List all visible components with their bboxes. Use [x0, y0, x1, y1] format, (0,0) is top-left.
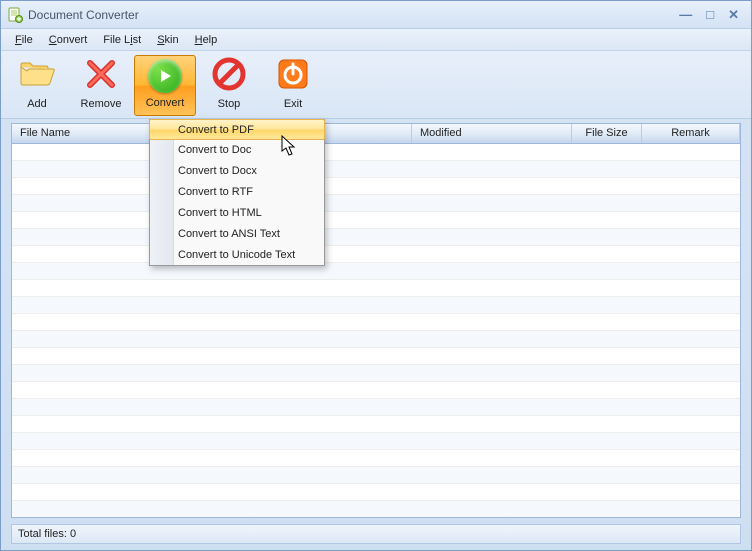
stop-label: Stop — [218, 98, 241, 114]
table-row — [12, 416, 740, 433]
menu-file[interactable]: File — [7, 32, 41, 48]
statusbar: Total files: 0 — [11, 524, 741, 544]
table-row — [12, 178, 740, 195]
app-window: Document Converter — □ ✕ File Convert Fi… — [0, 0, 752, 551]
dd-convert-doc[interactable]: Convert to Doc — [150, 139, 324, 160]
window-title: Document Converter — [28, 8, 679, 22]
delete-x-icon — [84, 57, 118, 94]
dd-convert-html[interactable]: Convert to HTML — [150, 202, 324, 223]
table-row — [12, 144, 740, 161]
col-filesize[interactable]: File Size — [572, 124, 642, 143]
window-controls: — □ ✕ — [679, 7, 745, 23]
col-modified[interactable]: Modified — [412, 124, 572, 143]
table-row — [12, 433, 740, 450]
status-text: Total files: 0 — [18, 528, 76, 540]
maximize-button[interactable]: □ — [706, 7, 714, 22]
titlebar: Document Converter — □ ✕ — [1, 1, 751, 29]
toolbar: Add Remove Convert Stop Exit — [1, 51, 751, 119]
convert-label: Convert — [146, 97, 185, 113]
exit-button[interactable]: Exit — [262, 55, 324, 116]
menu-help[interactable]: Help — [187, 32, 226, 48]
prohibit-icon — [212, 57, 246, 94]
close-button[interactable]: ✕ — [728, 7, 739, 23]
exit-label: Exit — [284, 98, 302, 114]
menu-skin[interactable]: Skin — [149, 32, 186, 48]
power-icon — [276, 57, 310, 94]
folder-open-icon — [18, 57, 56, 94]
convert-button[interactable]: Convert — [134, 55, 196, 116]
table-row — [12, 399, 740, 416]
table-row — [12, 212, 740, 229]
table-row — [12, 263, 740, 280]
app-icon — [7, 7, 23, 23]
convert-dropdown: Convert to PDF Convert to Doc Convert to… — [149, 119, 325, 266]
table-row — [12, 365, 740, 382]
file-table: File Name Modified File Size Remark — [11, 123, 741, 518]
dd-convert-ansi[interactable]: Convert to ANSI Text — [150, 223, 324, 244]
table-row — [12, 297, 740, 314]
table-row — [12, 382, 740, 399]
dd-convert-rtf[interactable]: Convert to RTF — [150, 181, 324, 202]
table-row — [12, 450, 740, 467]
table-body[interactable] — [12, 144, 740, 517]
remove-button[interactable]: Remove — [70, 55, 132, 116]
table-row — [12, 314, 740, 331]
menu-convert[interactable]: Convert — [41, 32, 96, 48]
table-row — [12, 331, 740, 348]
table-row — [12, 484, 740, 501]
stop-button[interactable]: Stop — [198, 55, 260, 116]
table-row — [12, 246, 740, 263]
table-row — [12, 195, 740, 212]
remove-label: Remove — [81, 98, 122, 114]
play-icon — [148, 59, 182, 93]
add-label: Add — [27, 98, 47, 114]
add-button[interactable]: Add — [6, 55, 68, 116]
col-remark[interactable]: Remark — [642, 124, 740, 143]
table-header: File Name Modified File Size Remark — [12, 124, 740, 144]
table-row — [12, 501, 740, 517]
table-row — [12, 161, 740, 178]
table-row — [12, 280, 740, 297]
menu-file-list[interactable]: File List — [95, 32, 149, 48]
dd-convert-unicode[interactable]: Convert to Unicode Text — [150, 244, 324, 265]
dd-convert-docx[interactable]: Convert to Docx — [150, 160, 324, 181]
menubar: File Convert File List Skin Help — [1, 29, 751, 51]
dd-convert-pdf[interactable]: Convert to PDF — [149, 119, 325, 140]
table-row — [12, 467, 740, 484]
table-row — [12, 229, 740, 246]
minimize-button[interactable]: — — [679, 7, 692, 22]
table-row — [12, 348, 740, 365]
